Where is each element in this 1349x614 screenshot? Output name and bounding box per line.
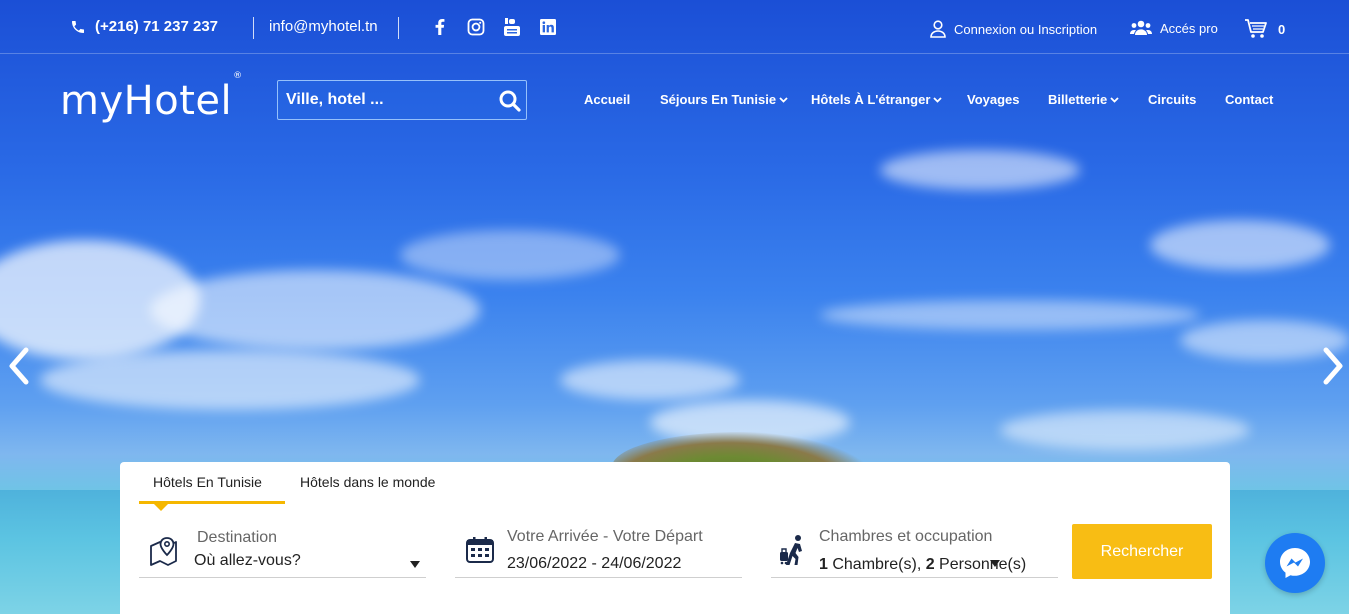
messenger-chat-button[interactable]: [1265, 533, 1325, 593]
nav-label: Contact: [1225, 92, 1274, 107]
persons-count: 2: [925, 556, 935, 573]
nav-contact[interactable]: Contact: [1225, 92, 1273, 107]
nav-label: Accueil: [584, 92, 631, 107]
registered-mark: ®: [233, 70, 243, 81]
email-address: info@myhotel.tn: [269, 18, 378, 35]
map-pin-icon: [150, 537, 177, 566]
cloud: [1000, 410, 1250, 450]
traveler-luggage-icon: [780, 535, 802, 565]
dates-value: 23/06/2022 - 24/06/2022: [507, 555, 682, 572]
tab-label: Hôtels dans le monde: [300, 474, 436, 490]
tab-label: Hôtels En Tunisie: [153, 474, 262, 490]
destination-value: Où allez-vous?: [194, 552, 301, 569]
divider: [398, 17, 399, 39]
destination-field[interactable]: Destination Où allez-vous?: [139, 524, 426, 578]
booking-widget: Hôtels En Tunisie Hôtels dans le monde D…: [120, 462, 1230, 614]
rooms-count: 1: [819, 556, 828, 573]
date-range-field[interactable]: Votre Arrivée - Votre Départ 23/06/2022 …: [455, 524, 742, 578]
chevron-down-icon: [933, 96, 943, 103]
pro-access-link[interactable]: Accés pro: [1130, 20, 1218, 36]
login-label: Connexion ou Inscription: [954, 21, 1098, 37]
users-icon: [1130, 20, 1152, 35]
rooms-suffix: Chambre(s),: [827, 556, 926, 573]
nav-voyages[interactable]: Voyages: [967, 92, 1020, 107]
dates-label: Votre Arrivée - Votre Départ: [507, 528, 703, 545]
nav-label: Circuits: [1148, 92, 1197, 107]
pro-label: Accés pro: [1160, 20, 1218, 36]
nav-sejours-tunisie[interactable]: Séjours En Tunisie: [660, 92, 788, 107]
chevron-down-icon: [779, 96, 788, 103]
linkedin-icon[interactable]: [538, 17, 558, 37]
search-icon[interactable]: [498, 89, 522, 113]
site-logo[interactable]: myHotel®: [60, 71, 242, 124]
youtube-icon[interactable]: [502, 17, 522, 37]
nav-billetterie[interactable]: Billetterie: [1048, 92, 1119, 107]
persons-suffix: Personne(s): [934, 556, 1027, 573]
calendar-icon: [466, 537, 494, 563]
phone-link[interactable]: (+216) 71 237 237: [70, 18, 218, 35]
email-link[interactable]: info@myhotel.tn: [269, 18, 378, 35]
cloud: [400, 230, 620, 280]
cart-link[interactable]: 0: [1244, 18, 1285, 40]
slider-next-icon[interactable]: [1320, 346, 1348, 386]
instagram-icon[interactable]: [466, 17, 486, 37]
cloud: [880, 150, 1080, 190]
cloud: [150, 270, 480, 350]
messenger-icon: [1280, 548, 1310, 578]
caret-down-icon: [990, 560, 1000, 567]
nav-label: Billetterie: [1048, 92, 1108, 107]
top-bar: (+216) 71 237 237 info@myhotel.tn Connex…: [0, 0, 1349, 54]
search-button[interactable]: Rechercher: [1072, 524, 1212, 579]
login-link[interactable]: Connexion ou Inscription: [930, 20, 1097, 38]
tab-hotels-monde[interactable]: Hôtels dans le monde: [300, 474, 435, 490]
nav-label: Séjours En Tunisie: [660, 92, 777, 107]
destination-label: Destination: [197, 529, 278, 546]
facebook-icon[interactable]: [430, 17, 450, 37]
cart-count: 0: [1278, 21, 1286, 37]
divider: [253, 17, 254, 39]
nav-accueil[interactable]: Accueil: [584, 92, 630, 107]
cloud: [1150, 220, 1330, 270]
caret-down-icon: [410, 561, 420, 568]
cloud: [820, 300, 1200, 330]
tab-hotels-tunisie[interactable]: Hôtels En Tunisie: [153, 474, 262, 490]
site-search: [277, 80, 527, 120]
phone-number: (+216) 71 237 237: [95, 18, 219, 35]
active-tab-caret: [154, 504, 168, 511]
logo-text: myHotel: [60, 78, 233, 124]
slider-prev-icon[interactable]: [4, 346, 32, 386]
user-icon: [930, 20, 946, 38]
cart-icon: [1245, 19, 1267, 38]
chevron-down-icon: [1110, 96, 1119, 103]
nav-label: Voyages: [967, 92, 1020, 107]
occupancy-label: Chambres et occupation: [819, 528, 993, 545]
occupancy-field[interactable]: Chambres et occupation 1 Chambre(s), 2 P…: [771, 524, 1058, 578]
cloud: [40, 350, 420, 410]
phone-icon: [72, 20, 84, 33]
search-input[interactable]: [278, 81, 488, 119]
cloud: [560, 360, 740, 400]
nav-circuits[interactable]: Circuits: [1148, 92, 1196, 107]
nav-hotels-etranger[interactable]: Hôtels À L'étranger: [811, 92, 943, 107]
nav-label: Hôtels À L'étranger: [811, 92, 931, 107]
